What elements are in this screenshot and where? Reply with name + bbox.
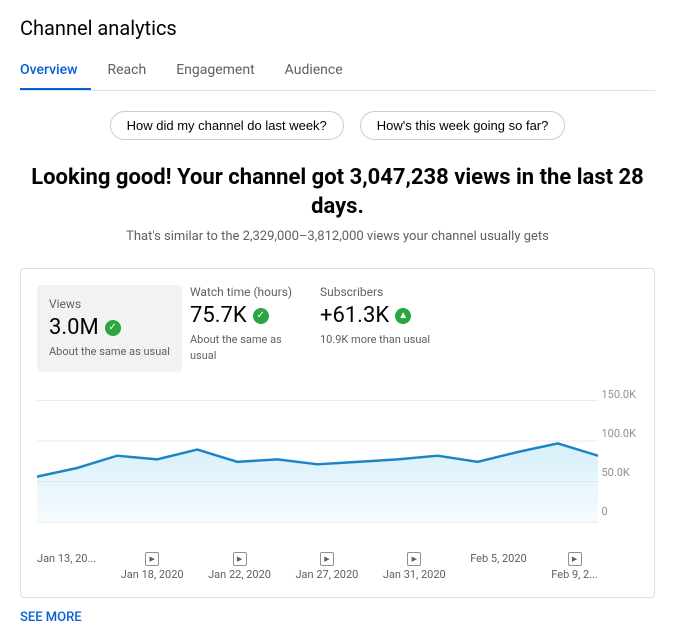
y-label-0: 0 <box>601 505 636 518</box>
timeline-feb9: ▶ Feb 9, 2... <box>551 552 598 581</box>
quick-questions-row: How did my channel do last week? How's t… <box>20 111 655 140</box>
timeline-date: Jan 22, 2020 <box>208 568 271 581</box>
timeline-play-icon[interactable]: ▶ <box>320 552 334 566</box>
metric-views: Views 3.0M ✓ About the same as usual <box>37 285 182 371</box>
timeline-play-icon[interactable]: ▶ <box>145 552 159 566</box>
timeline-date: Feb 9, 2... <box>551 568 598 581</box>
metric-watch-time: Watch time (hours) 75.7K ✓ About the sam… <box>190 285 320 371</box>
timeline-play-icon[interactable]: ▶ <box>233 552 247 566</box>
subscribers-arrow-icon: ▲ <box>395 308 411 324</box>
watch-time-label: Watch time (hours) <box>190 285 304 299</box>
chart-area: 150.0K 100.0K 50.0K 0 <box>37 388 638 548</box>
views-value: 3.0M ✓ <box>49 315 170 340</box>
timeline-row: Jan 13, 20... ▶ Jan 18, 2020 ▶ Jan 22, 2… <box>37 552 638 581</box>
timeline-jan31: ▶ Jan 31, 2020 <box>383 552 446 581</box>
hero-subtitle: That's similar to the 2,329,000–3,812,00… <box>20 229 655 244</box>
watch-time-check-icon: ✓ <box>253 308 269 324</box>
timeline-jan13: Jan 13, 20... <box>37 552 96 581</box>
timeline-play-icon[interactable]: ▶ <box>568 552 582 566</box>
timeline-play-icon[interactable]: ▶ <box>407 552 421 566</box>
timeline-date: Jan 18, 2020 <box>121 568 184 581</box>
timeline-date: Feb 5, 2020 <box>470 552 527 565</box>
subscribers-desc: 10.9K more than usual <box>320 332 434 347</box>
timeline-jan18: ▶ Jan 18, 2020 <box>121 552 184 581</box>
timeline-date: Jan 31, 2020 <box>383 568 446 581</box>
tab-engagement[interactable]: Engagement <box>176 54 268 90</box>
subscribers-label: Subscribers <box>320 285 434 299</box>
subscribers-value: +61.3K ▲ <box>320 303 434 328</box>
hero-section: Looking good! Your channel got 3,047,238… <box>20 164 655 244</box>
metric-subscribers: Subscribers +61.3K ▲ 10.9K more than usu… <box>320 285 450 371</box>
metrics-card: Views 3.0M ✓ About the same as usual Wat… <box>20 268 655 597</box>
views-desc: About the same as usual <box>49 344 170 359</box>
views-label: Views <box>49 297 170 311</box>
timeline-date: Jan 13, 20... <box>37 552 96 565</box>
chart-svg <box>37 388 638 548</box>
tab-audience[interactable]: Audience <box>285 54 357 90</box>
quick-question-last-week[interactable]: How did my channel do last week? <box>110 111 344 140</box>
chart-y-labels: 150.0K 100.0K 50.0K 0 <box>601 388 638 518</box>
timeline-feb5: Feb 5, 2020 <box>470 552 527 581</box>
timeline-jan22: ▶ Jan 22, 2020 <box>208 552 271 581</box>
quick-question-this-week[interactable]: How's this week going so far? <box>360 111 566 140</box>
watch-time-desc: About the same as usual <box>190 332 304 363</box>
watch-time-value: 75.7K ✓ <box>190 303 304 328</box>
y-label-150k: 150.0K <box>601 388 636 401</box>
tabs-bar: Overview Reach Engagement Audience <box>20 54 655 91</box>
y-label-50k: 50.0K <box>601 466 636 479</box>
views-check-icon: ✓ <box>105 320 121 336</box>
see-more-link[interactable]: SEE MORE <box>20 610 82 625</box>
metrics-row: Views 3.0M ✓ About the same as usual Wat… <box>37 285 638 371</box>
page-title: Channel analytics <box>20 16 655 40</box>
timeline-jan27: ▶ Jan 27, 2020 <box>295 552 358 581</box>
timeline-date: Jan 27, 2020 <box>295 568 358 581</box>
hero-title: Looking good! Your channel got 3,047,238… <box>20 164 655 221</box>
y-label-100k: 100.0K <box>601 427 636 440</box>
tab-overview[interactable]: Overview <box>20 54 91 90</box>
tab-reach[interactable]: Reach <box>107 54 160 90</box>
